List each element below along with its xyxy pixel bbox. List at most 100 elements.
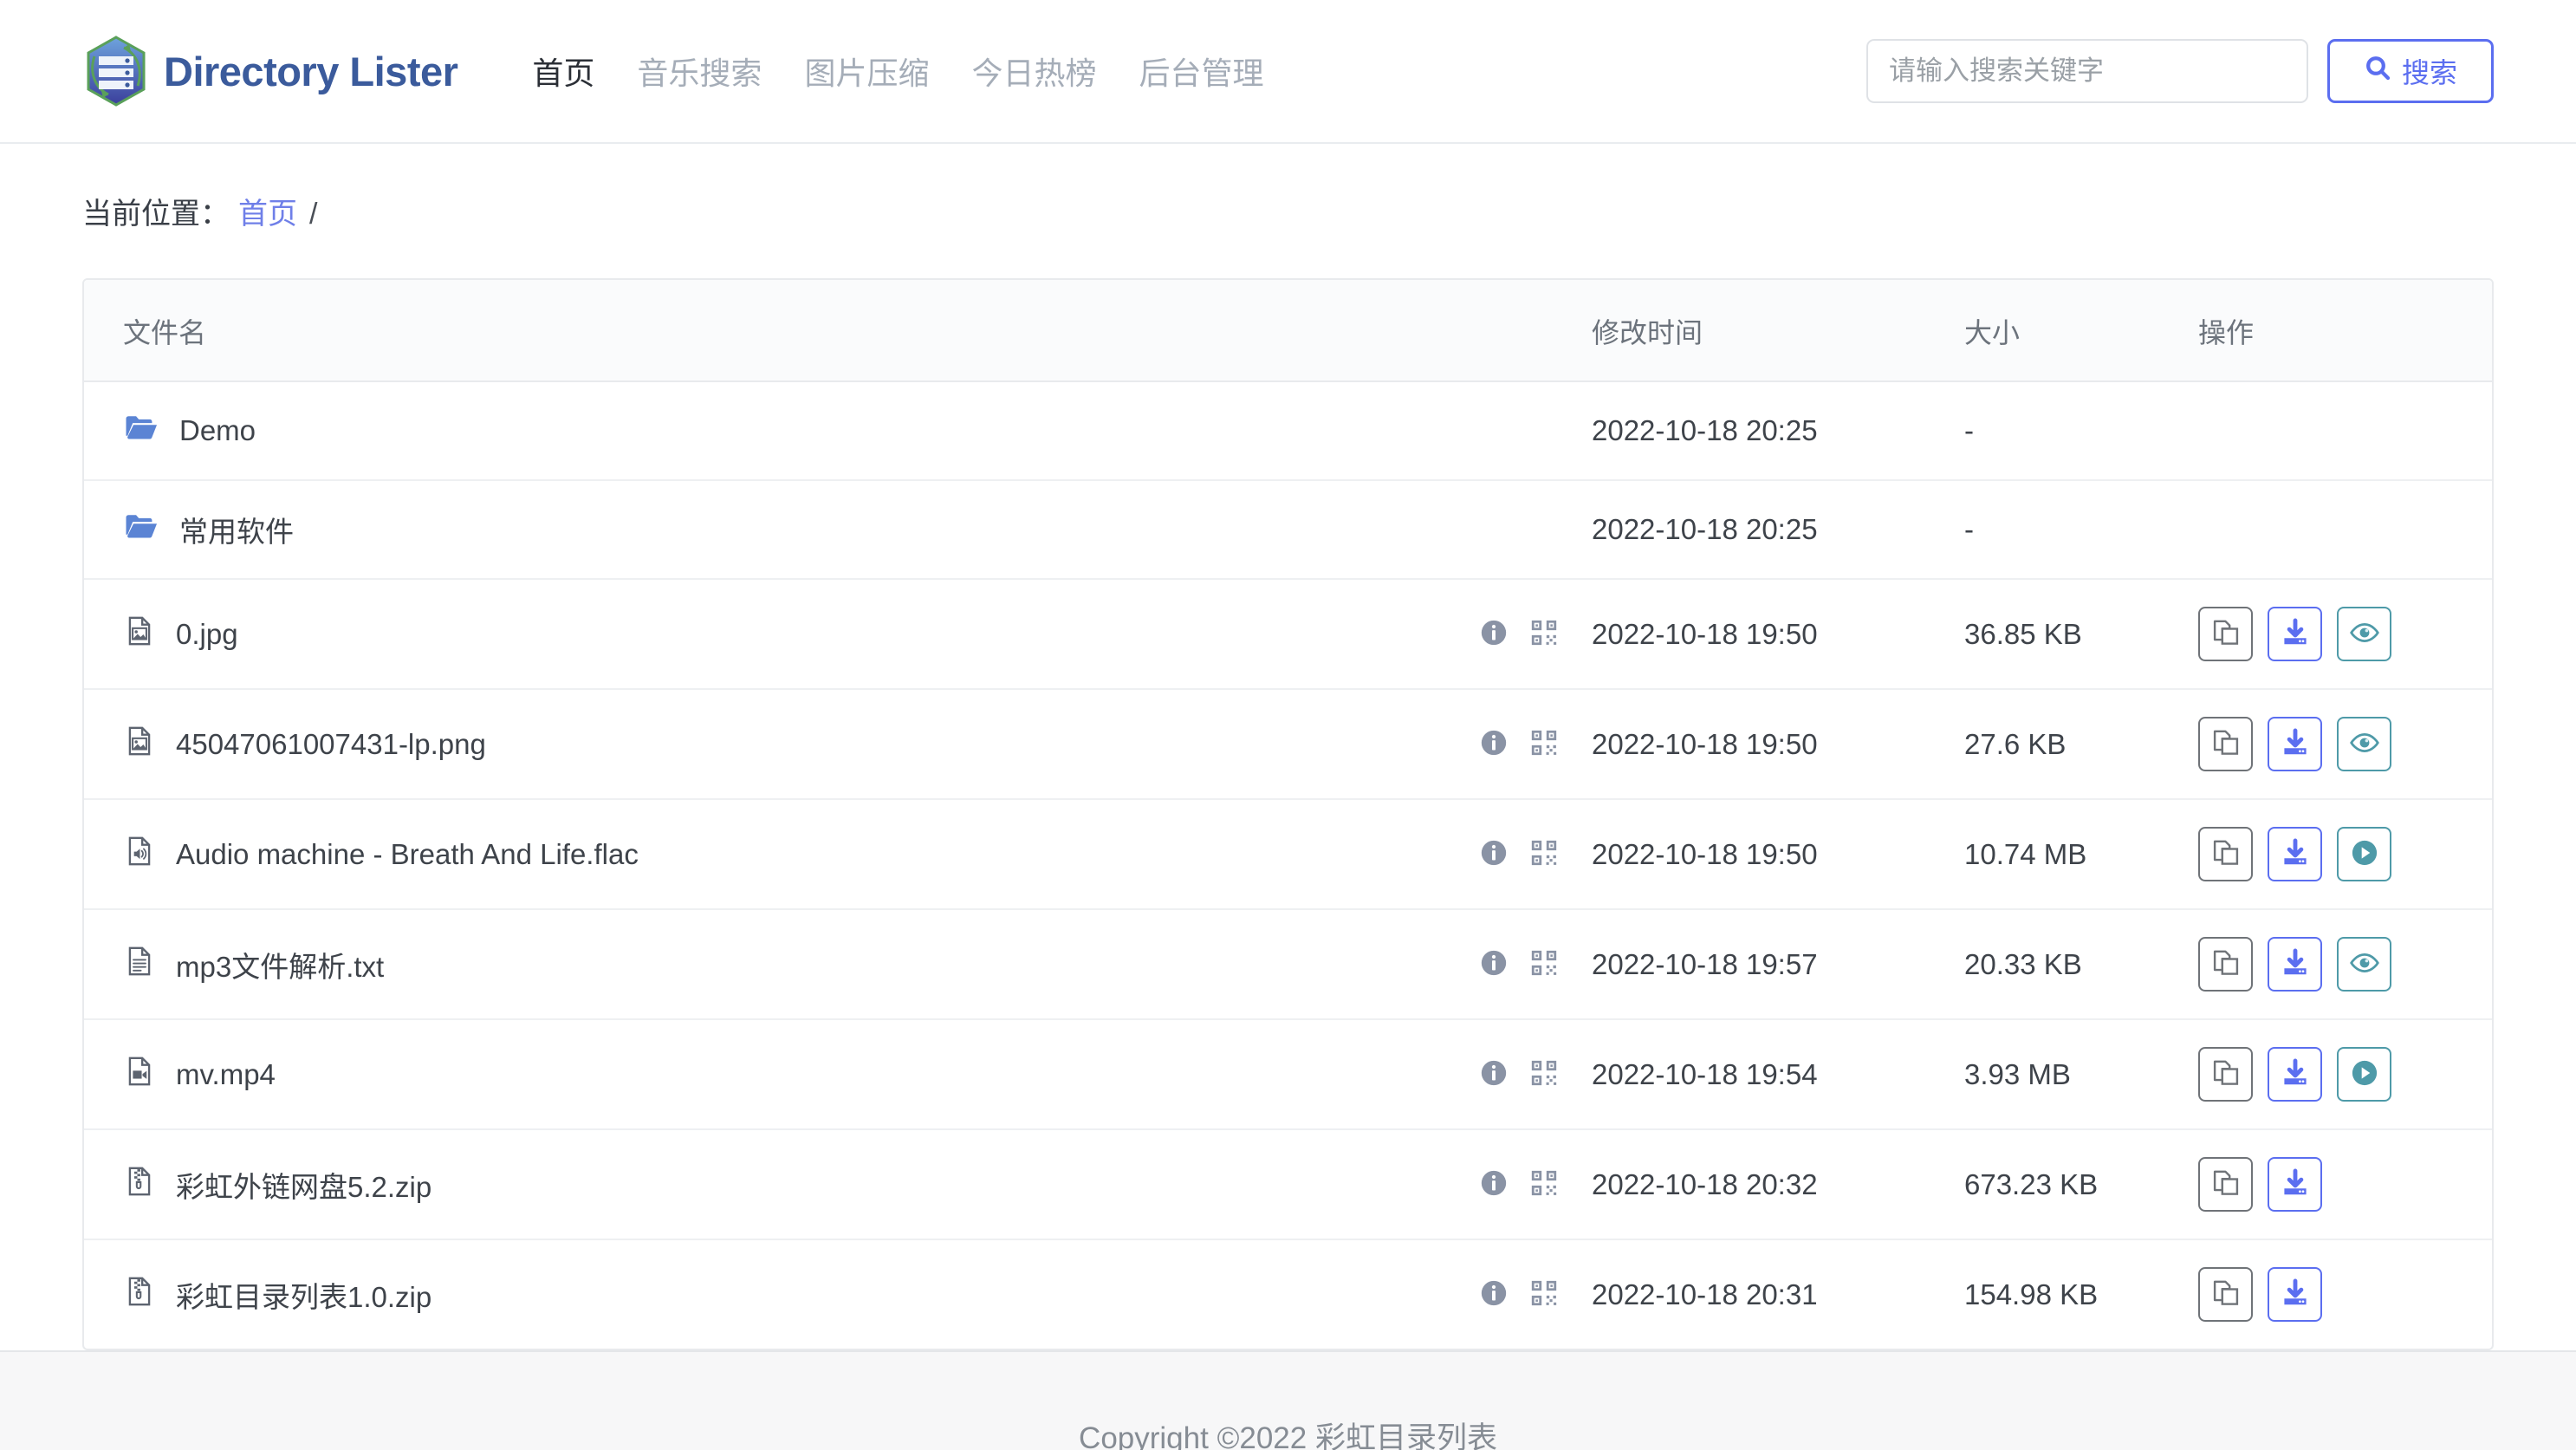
download-icon xyxy=(2280,1167,2311,1201)
cell-actions xyxy=(2198,689,2492,800)
table-row: Demo 2022-10-18 20:25- xyxy=(84,381,2492,481)
info-icon xyxy=(1479,728,1509,760)
qrcode-button[interactable] xyxy=(1529,1278,1559,1310)
file-name-link[interactable]: 彩虹外链网盘5.2.zip xyxy=(176,1164,431,1206)
cell-filename: mv.mp4 xyxy=(84,1019,1479,1130)
table-row: 0.jpg 2022-10-18 19:50 36.85 KB xyxy=(84,579,2492,690)
nav-item-music[interactable]: 音乐搜索 xyxy=(637,49,762,94)
file-name-link[interactable]: 45047061007431-lp.png xyxy=(176,728,486,761)
cell-meta-icons xyxy=(1479,1239,1592,1349)
cell-size: 673.23 KB xyxy=(1964,1129,2198,1240)
breadcrumb-home-link[interactable]: 首页 xyxy=(238,190,297,232)
cell-modified-time: 2022-10-18 20:25 xyxy=(1592,381,1964,481)
qrcode-button[interactable] xyxy=(1529,948,1559,980)
preview-button[interactable] xyxy=(2337,717,2391,771)
download-button[interactable] xyxy=(2268,1157,2322,1212)
copy-link-button[interactable] xyxy=(2198,1157,2253,1212)
cell-size: 27.6 KB xyxy=(1964,689,2198,800)
copy-link-button[interactable] xyxy=(2198,1047,2253,1102)
file-name-link[interactable]: mv.mp4 xyxy=(176,1058,276,1091)
eye-icon xyxy=(2349,617,2380,651)
download-button[interactable] xyxy=(2268,717,2322,771)
cell-modified-time: 2022-10-18 20:31 xyxy=(1592,1278,1818,1310)
download-button[interactable] xyxy=(2268,607,2322,661)
play-icon xyxy=(2349,1057,2380,1091)
search-button[interactable]: 搜索 xyxy=(2327,39,2494,103)
cell-filename: 45047061007431-lp.png xyxy=(84,689,1479,800)
cell-filename: 彩虹外链网盘5.2.zip xyxy=(84,1129,1479,1240)
info-button[interactable] xyxy=(1479,728,1509,760)
cell-actions xyxy=(2198,909,2492,1020)
copy-link-button[interactable] xyxy=(2198,717,2253,771)
download-button[interactable] xyxy=(2268,1267,2322,1322)
info-button[interactable] xyxy=(1479,618,1509,650)
nav-item-hot[interactable]: 今日热榜 xyxy=(971,49,1096,94)
info-icon xyxy=(1479,1058,1509,1090)
col-header-modified: 修改时间 xyxy=(1592,280,1964,382)
eye-icon xyxy=(2349,947,2380,981)
info-button[interactable] xyxy=(1479,1278,1509,1310)
copyright-text: Copyright ©2022 彩虹目录列表 xyxy=(1079,1421,1497,1450)
cell-filename: 常用软件 xyxy=(84,480,1479,580)
info-button[interactable] xyxy=(1479,1058,1509,1090)
copy-link-button[interactable] xyxy=(2198,607,2253,661)
copy-icon xyxy=(2210,727,2242,761)
qrcode-button[interactable] xyxy=(1529,1168,1559,1200)
folder-icon xyxy=(123,409,159,452)
cell-size: 3.93 MB xyxy=(1964,1019,2198,1130)
file-name-link[interactable]: 彩虹目录列表1.0.zip xyxy=(176,1274,431,1316)
download-button[interactable] xyxy=(2268,827,2322,881)
download-button[interactable] xyxy=(2268,1047,2322,1102)
file-name-link[interactable]: 常用软件 xyxy=(179,509,294,550)
cell-filename: 0.jpg xyxy=(84,579,1479,690)
cell-filename: mp3文件解析.txt xyxy=(84,909,1479,1020)
cell-meta-icons xyxy=(1479,1019,1592,1130)
copy-link-button[interactable] xyxy=(2198,937,2253,992)
copy-icon xyxy=(2210,1278,2242,1311)
cell-actions xyxy=(2198,480,2492,580)
directory-lister-logo-icon xyxy=(82,34,150,108)
col-header-meta xyxy=(1479,280,1592,382)
file-table-body: Demo 2022-10-18 20:25- 常用软件 2022-10-18 20:2… xyxy=(84,381,2492,1349)
play-icon xyxy=(2349,837,2380,871)
eye-icon xyxy=(2349,727,2380,761)
breadcrumb: 当前位置： 首页 / xyxy=(0,144,2576,232)
qrcode-icon xyxy=(1529,1168,1559,1200)
cell-meta-icons xyxy=(1479,909,1592,1020)
file-name-link[interactable]: Audio machine - Breath And Life.flac xyxy=(176,838,639,871)
info-button[interactable] xyxy=(1479,948,1509,980)
cell-actions xyxy=(2198,381,2492,481)
col-header-filename: 文件名 xyxy=(84,280,1479,382)
qrcode-icon xyxy=(1529,948,1559,980)
download-button[interactable] xyxy=(2268,937,2322,992)
info-button[interactable] xyxy=(1479,838,1509,870)
file-name-link[interactable]: 0.jpg xyxy=(176,618,238,651)
qrcode-button[interactable] xyxy=(1529,728,1559,760)
search-area: 搜索 xyxy=(1866,39,2494,103)
cell-modified-time: 2022-10-18 20:25 xyxy=(1592,480,1964,580)
nav-item-admin[interactable]: 后台管理 xyxy=(1139,49,1263,94)
brand[interactable]: Directory Lister xyxy=(82,34,458,108)
file-name-link[interactable]: Demo xyxy=(179,414,256,447)
nav-item-home[interactable]: 首页 xyxy=(532,49,594,94)
info-button[interactable] xyxy=(1479,1168,1509,1200)
preview-button[interactable] xyxy=(2337,607,2391,661)
qrcode-button[interactable] xyxy=(1529,1058,1559,1090)
cell-modified-time: 2022-10-18 20:32 xyxy=(1592,1129,1964,1240)
file-name-link[interactable]: mp3文件解析.txt xyxy=(176,944,384,985)
cell-meta-icons xyxy=(1479,579,1592,690)
copy-icon xyxy=(2210,1167,2242,1201)
nav-item-image[interactable]: 图片压缩 xyxy=(804,49,929,94)
copy-link-button[interactable] xyxy=(2198,1267,2253,1322)
qrcode-button[interactable] xyxy=(1529,838,1559,870)
qrcode-button[interactable] xyxy=(1529,618,1559,650)
copy-link-button[interactable] xyxy=(2198,827,2253,881)
qrcode-icon xyxy=(1529,728,1559,760)
search-input[interactable] xyxy=(1866,39,2308,103)
preview-button[interactable] xyxy=(2337,937,2391,992)
play-button[interactable] xyxy=(2337,1047,2391,1102)
download-icon xyxy=(2280,1278,2311,1311)
cell-meta-icons xyxy=(1479,799,1592,910)
cell-meta-icons xyxy=(1479,689,1592,800)
play-button[interactable] xyxy=(2337,827,2391,881)
